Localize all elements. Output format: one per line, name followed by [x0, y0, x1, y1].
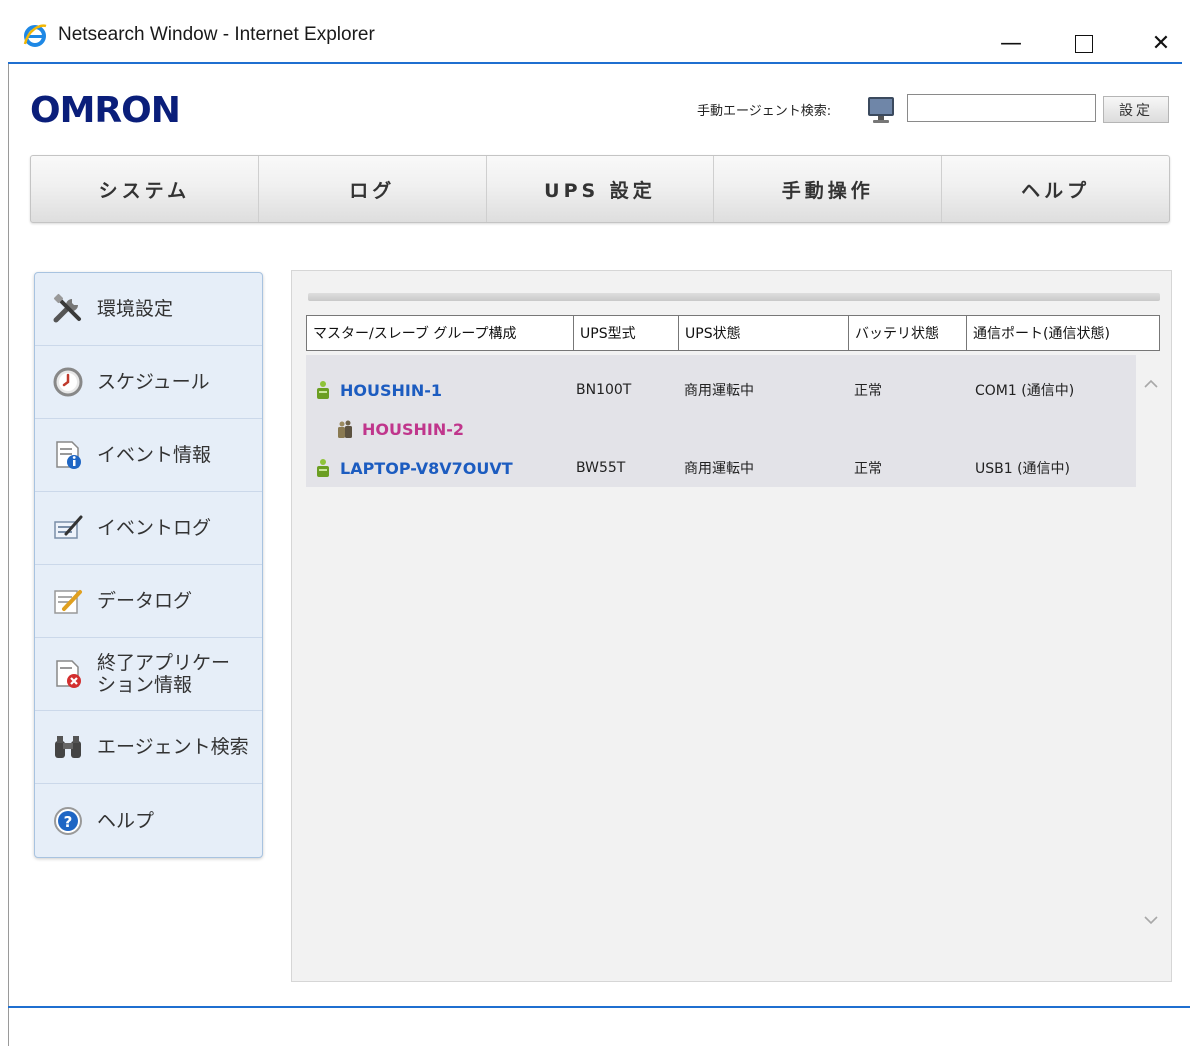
sidebar-item-label: イベントログ [97, 517, 212, 539]
shutdown-app-icon [56, 660, 81, 688]
tab-manual-operation[interactable]: 手動操作 [714, 156, 943, 222]
sidebar-item-schedule[interactable]: スケジュール [35, 346, 262, 419]
window-left-edge [8, 64, 9, 1046]
table-row[interactable]: HOUSHIN-2 [306, 412, 1136, 446]
binoculars-icon [55, 736, 81, 758]
monitor-icon[interactable] [866, 94, 896, 126]
close-button[interactable]: ✕ [1138, 24, 1184, 64]
scroll-up-icon[interactable] [1140, 373, 1162, 395]
maximize-button[interactable] [1061, 24, 1107, 64]
sidebar-item-event-log[interactable]: イベントログ [35, 492, 262, 565]
ups-name-link[interactable]: LAPTOP-V8V7OUVT [314, 451, 513, 485]
maximize-icon [1075, 35, 1093, 53]
agent-search-set-button[interactable]: 設定 [1103, 96, 1169, 123]
ups-name-link[interactable]: HOUSHIN-2 [336, 412, 464, 446]
sidebar-item-label: スケジュール [97, 371, 210, 393]
sidebar-item-shutdown-app-info[interactable]: 終了アプリケー ション情報 [35, 638, 262, 711]
ups-status: 商用運転中 [684, 383, 754, 399]
table-header: マスター/スレーブ グループ構成 UPS型式 UPS状態 バッテリ状態 通信ポー… [306, 315, 1160, 351]
svg-text:?: ? [64, 813, 73, 831]
sidebar-item-label: エージェント検索 [97, 736, 249, 758]
slave-ups-icon [338, 420, 352, 438]
main-panel: マスター/スレーブ グループ構成 UPS型式 UPS状態 バッテリ状態 通信ポー… [291, 270, 1172, 982]
master-ups-icon [317, 459, 329, 477]
sidebar: 環境設定 スケジュール イベント情報 イベントログ データログ 終了アプリケー … [34, 272, 263, 858]
scroll-down-icon[interactable] [1140, 909, 1162, 931]
sidebar-item-label: 環境設定 [97, 298, 174, 320]
ups-table-body: HOUSHIN-1 BN100T 商用運転中 正常 COM1 (通信中) HOU… [306, 355, 1136, 487]
status-divider [8, 1006, 1190, 1008]
internet-explorer-icon [23, 24, 47, 47]
tab-ups-settings[interactable]: UPS 設定 [487, 156, 715, 222]
ups-model: BW55T [576, 460, 626, 476]
window-titlebar: Netsearch Window - Internet Explorer — ✕ [8, 8, 1182, 64]
omron-logo: OMRON [30, 90, 181, 131]
table-top-bar [308, 293, 1160, 301]
help-icon: ? [54, 806, 82, 835]
ups-name-link[interactable]: HOUSHIN-1 [314, 373, 442, 407]
minimize-button[interactable]: — [988, 24, 1034, 64]
event-log-icon [54, 515, 83, 539]
tab-help[interactable]: ヘルプ [942, 156, 1169, 222]
column-header-ups-status[interactable]: UPS状態 [679, 316, 849, 350]
sidebar-item-label: 終了アプリケー ション情報 [97, 652, 231, 696]
column-header-group[interactable]: マスター/スレーブ グループ構成 [307, 316, 574, 350]
sidebar-item-label: ヘルプ [97, 809, 155, 832]
window-title: Netsearch Window - Internet Explorer [58, 24, 375, 45]
sidebar-item-help[interactable]: ? ヘルプ [35, 784, 262, 857]
ups-model: BN100T [576, 382, 632, 398]
tab-system[interactable]: システム [31, 156, 259, 222]
sidebar-item-label: イベント情報 [97, 444, 212, 466]
clock-icon [53, 367, 83, 397]
column-header-model[interactable]: UPS型式 [574, 316, 679, 350]
battery-status: 正常 [854, 383, 882, 399]
event-info-icon [56, 441, 81, 469]
sidebar-item-environment-settings[interactable]: 環境設定 [35, 273, 262, 346]
sidebar-item-data-log[interactable]: データログ [35, 565, 262, 638]
agent-search-label: 手動エージェント検索: [697, 104, 832, 119]
tools-icon [53, 293, 81, 323]
sidebar-item-event-info[interactable]: イベント情報 [35, 419, 262, 492]
sidebar-item-agent-search[interactable]: エージェント検索 [35, 711, 262, 784]
top-navigation: システム ログ UPS 設定 手動操作 ヘルプ [30, 155, 1170, 223]
tab-log[interactable]: ログ [259, 156, 487, 222]
table-row[interactable]: LAPTOP-V8V7OUVT BW55T 商用運転中 正常 USB1 (通信中… [306, 451, 1136, 485]
comm-port: COM1 (通信中) [975, 383, 1075, 399]
column-header-port[interactable]: 通信ポート(通信状態) [967, 316, 1159, 350]
column-header-battery[interactable]: バッテリ状態 [849, 316, 967, 350]
agent-search-input[interactable] [907, 94, 1096, 122]
master-ups-icon [317, 381, 329, 399]
comm-port: USB1 (通信中) [975, 461, 1071, 477]
ups-status: 商用運転中 [684, 461, 754, 477]
data-log-icon [54, 590, 82, 614]
sidebar-item-label: データログ [97, 590, 193, 612]
battery-status: 正常 [854, 461, 882, 477]
table-row[interactable]: HOUSHIN-1 BN100T 商用運転中 正常 COM1 (通信中) [306, 373, 1136, 407]
